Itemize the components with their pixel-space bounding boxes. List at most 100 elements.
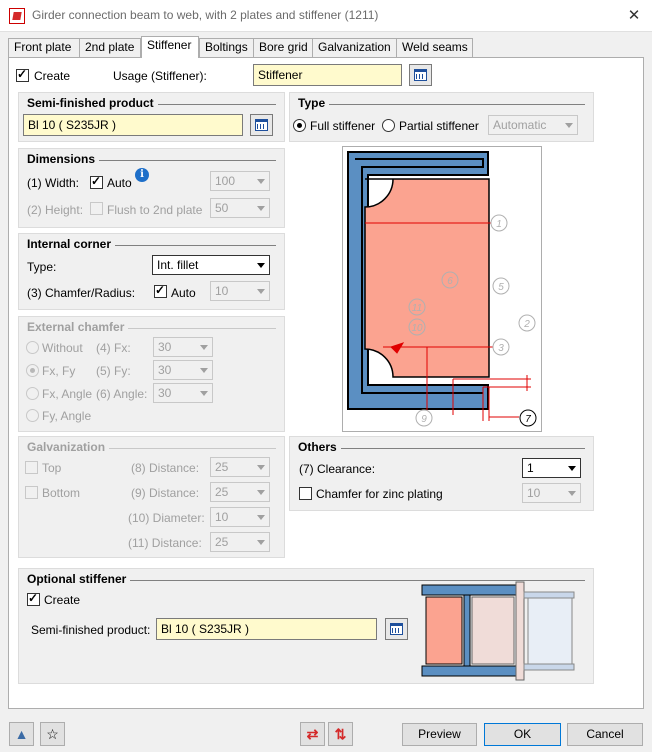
width-select[interactable]: 100	[210, 171, 270, 191]
chamfer-zinc-checkbox[interactable]	[299, 487, 312, 500]
width-auto-checkbox[interactable]	[90, 174, 103, 189]
chamfer-fxangle-label: Fx, Angle	[42, 387, 93, 401]
swap-vertical-button[interactable]: ⇅	[328, 722, 353, 746]
settings-button[interactable]: ▲	[9, 722, 34, 746]
create-label: Create	[34, 69, 71, 83]
partial-stiffener-label: Partial stiffener	[399, 119, 479, 133]
optional-semi-pick-button[interactable]	[385, 618, 408, 640]
height-select[interactable]: 50	[210, 198, 270, 218]
diameter-10-label: (10) Diameter:	[128, 511, 205, 525]
type-title: Type	[298, 96, 330, 110]
chamfer-radius-select[interactable]: 10	[210, 281, 270, 301]
tab-boltings[interactable]: Boltings	[199, 38, 254, 57]
callout-2: 2	[523, 319, 530, 330]
distance-11-select[interactable]: 25	[210, 532, 270, 552]
internal-corner-title: Internal corner	[27, 237, 116, 251]
chevron-down-icon	[257, 490, 265, 495]
semi-finished-title: Semi-finished product	[27, 96, 158, 110]
distance-11-value: 25	[215, 535, 229, 549]
chevron-down-icon	[257, 465, 265, 470]
tab-2nd-plate[interactable]: 2nd plate	[79, 38, 141, 57]
optional-semi-label: Semi-finished product:	[31, 623, 151, 637]
chamfer-without-radio[interactable]	[26, 341, 39, 354]
chamfer-auto-checkbox[interactable]	[154, 283, 167, 298]
chamfer-fyangle-radio[interactable]	[26, 409, 39, 422]
angle-label: (6) Angle:	[96, 387, 148, 401]
width-label: (1) Width:	[27, 176, 80, 190]
semi-finished-input[interactable]: Bl 10 ( S235JR )	[23, 114, 243, 136]
fx-select[interactable]: 30	[153, 337, 213, 357]
chevron-down-icon	[200, 391, 208, 396]
chevron-down-icon	[257, 206, 265, 211]
distance-11-label: (11) Distance:	[128, 536, 202, 550]
height-label: (2) Height:	[27, 203, 84, 217]
stiffener-diagram: 1 2 3 5 6 7 9 10 11	[342, 146, 542, 432]
semi-finished-pick-button[interactable]	[250, 114, 273, 136]
stiffener-diagram-graphic: 1 2 3 5 6 7 9 10 11	[347, 151, 537, 427]
chamfer-fxangle-radio[interactable]	[26, 387, 39, 400]
tab-stiffener[interactable]: Stiffener	[141, 36, 199, 58]
tab-front-plate[interactable]: Front plate	[8, 38, 80, 57]
callout-9: 9	[421, 414, 427, 425]
catalog-icon	[414, 69, 427, 81]
callout-3: 3	[498, 343, 504, 354]
galv-top-checkbox[interactable]	[25, 461, 38, 474]
galv-bottom-checkbox[interactable]	[25, 486, 38, 499]
corner-type-select[interactable]: Int. fillet	[152, 255, 270, 275]
optional-stiffener-right	[471, 596, 515, 665]
partial-stiffener-radio[interactable]	[382, 119, 395, 132]
usage-input[interactable]: Stiffener	[253, 64, 402, 86]
chamfer-fxfy-radio[interactable]	[26, 364, 39, 377]
optional-stiffener-title: Optional stiffener	[27, 572, 131, 586]
tab-galvanization[interactable]: Galvanization	[312, 38, 397, 57]
ok-button[interactable]: OK	[484, 723, 561, 746]
usage-pick-button[interactable]	[409, 64, 432, 86]
optional-semi-input[interactable]: Bl 10 ( S235JR )	[156, 618, 377, 640]
fy-label: (5) Fy:	[96, 364, 131, 378]
tab-weld-seams[interactable]: Weld seams	[396, 38, 473, 57]
full-stiffener-radio[interactable]	[293, 119, 306, 132]
optional-stiffener-diagram	[421, 581, 575, 681]
tab-bore-grid[interactable]: Bore grid	[253, 38, 313, 57]
corner-type-label: Type:	[27, 260, 57, 274]
fx-value: 30	[158, 340, 172, 354]
favorites-button[interactable]: ☆	[40, 722, 65, 746]
swap-horizontal-button[interactable]: ⇄	[300, 722, 325, 746]
optional-create-checkbox[interactable]	[27, 591, 40, 606]
clearance-select[interactable]: 1	[522, 458, 581, 478]
width-auto-label: Auto	[107, 176, 132, 190]
clearance-value: 1	[527, 461, 534, 475]
clearance-label: (7) Clearance:	[299, 462, 376, 476]
distance-9-select[interactable]: 25	[210, 482, 270, 502]
fy-select[interactable]: 30	[153, 360, 213, 380]
callout-11: 11	[412, 303, 422, 314]
stiffener-mode-select[interactable]: Automatic	[488, 115, 578, 135]
close-button[interactable]: ✕	[624, 6, 644, 26]
distance-8-value: 25	[215, 460, 229, 474]
chamfer-zinc-value: 10	[527, 486, 541, 500]
cancel-button[interactable]: Cancel	[567, 723, 643, 746]
callout-10: 10	[411, 323, 423, 334]
chamfer-zinc-select[interactable]: 10	[522, 483, 581, 503]
app-icon	[9, 8, 25, 24]
chevron-down-icon	[257, 540, 265, 545]
callout-6: 6	[447, 276, 453, 287]
height-flush-checkbox[interactable]	[90, 202, 103, 215]
info-icon[interactable]: i	[135, 168, 149, 182]
chevron-down-icon	[568, 466, 576, 471]
swap-vertical-icon: ⇅	[334, 726, 347, 742]
angle-select[interactable]: 30	[153, 383, 213, 403]
chevron-down-icon	[257, 515, 265, 520]
galv-bottom-label: Bottom	[42, 486, 81, 500]
angle-value: 30	[158, 386, 172, 400]
preview-button[interactable]: Preview	[402, 723, 477, 746]
create-checkbox[interactable]	[16, 67, 29, 82]
diameter-10-select[interactable]: 10	[210, 507, 270, 527]
usage-label: Usage (Stiffener):	[113, 69, 207, 83]
window-title: Girder connection beam to web, with 2 pl…	[32, 8, 379, 22]
width-value: 100	[215, 174, 236, 188]
distance-8-select[interactable]: 25	[210, 457, 270, 477]
callout-1: 1	[496, 219, 502, 230]
height-value: 50	[215, 201, 229, 215]
others-title: Others	[298, 440, 341, 454]
